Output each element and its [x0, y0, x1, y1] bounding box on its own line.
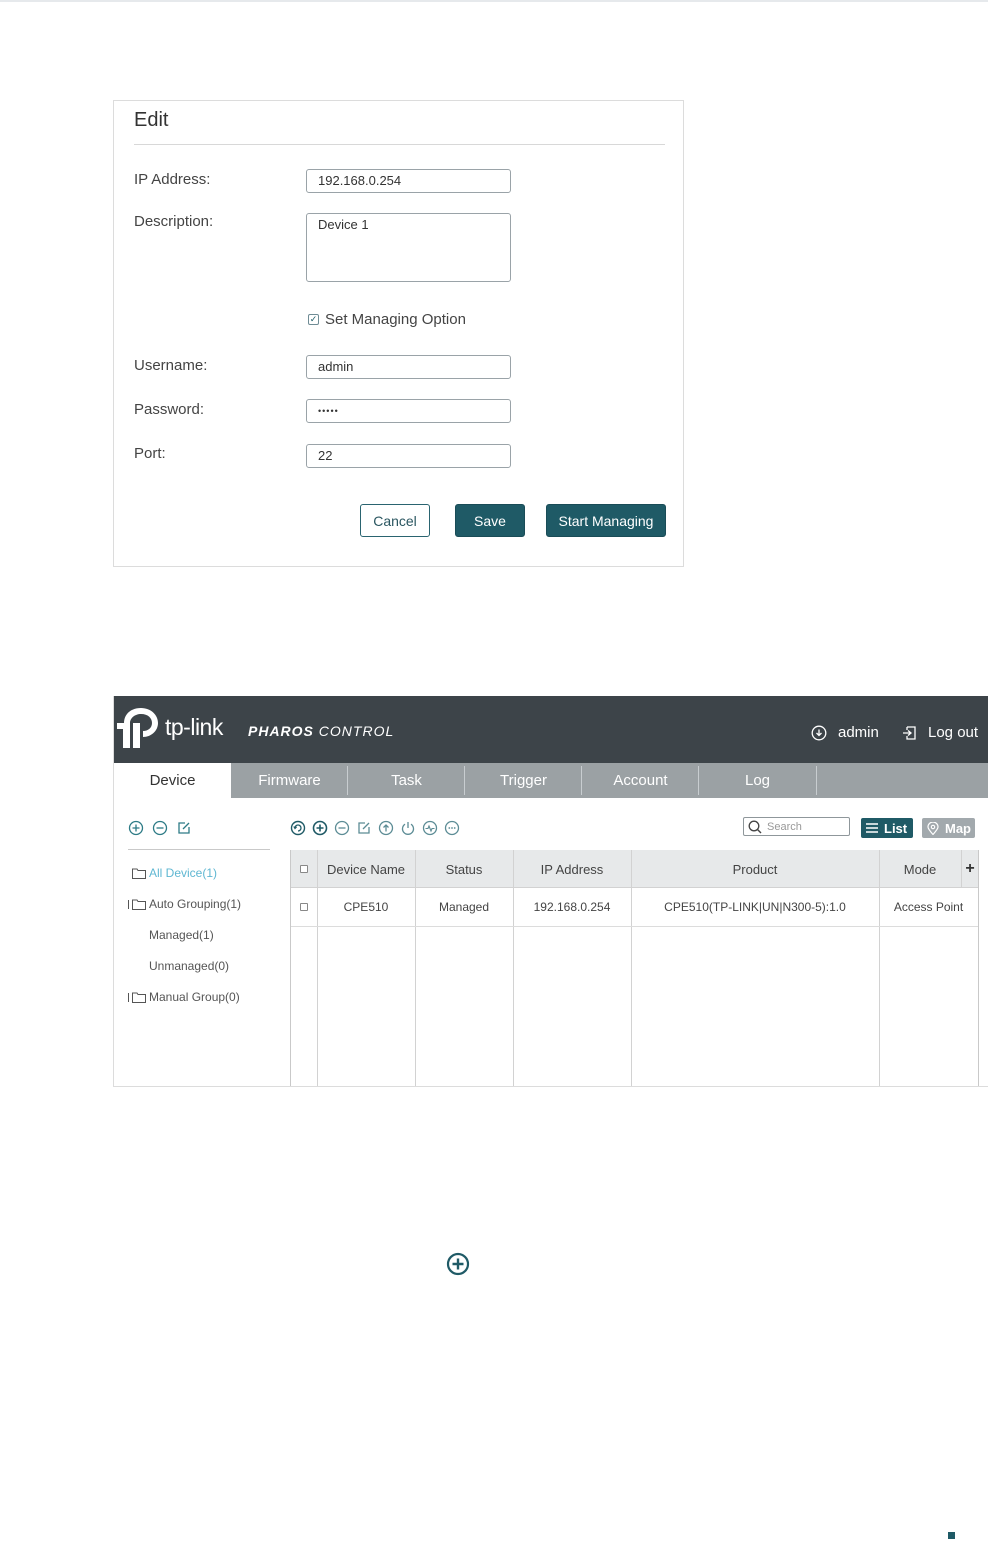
add-group-icon[interactable] [128, 820, 144, 836]
tp-link-logo: tp-link [117, 704, 223, 750]
port-input[interactable]: 22 [306, 444, 511, 468]
username-label: Username: [134, 357, 208, 374]
add-column-icon[interactable]: + [961, 850, 978, 888]
remove-group-icon[interactable] [152, 820, 168, 836]
managing-option-label: Set Managing Option [325, 311, 466, 328]
expand-toggle-icon[interactable] [128, 899, 131, 909]
folder-icon [132, 899, 146, 910]
cancel-button[interactable]: Cancel [360, 504, 430, 537]
username-text: admin [838, 724, 879, 741]
description-textarea[interactable]: Device 1 [306, 213, 511, 282]
column-header-device-name[interactable]: Device Name [317, 850, 415, 888]
tree-item-unmanaged[interactable]: Unmanaged(0) [149, 959, 229, 973]
device-table: Device Name Status IP Address Product Mo… [290, 850, 979, 1086]
cell-ip-address: 192.168.0.254 [533, 900, 611, 914]
tab-task[interactable]: Task [348, 763, 465, 798]
column-header-mode[interactable]: Mode [879, 850, 961, 888]
cell-status: Managed [438, 900, 490, 914]
product-name-rest: CONTROL [313, 723, 395, 739]
column-header-ip-address[interactable]: IP Address [513, 850, 631, 888]
add-device-icon[interactable] [312, 820, 328, 836]
brand-name: tp-link [165, 713, 223, 740]
tree-label: Manual Group(0) [149, 990, 240, 1004]
select-all-cell [291, 850, 317, 888]
username-input[interactable]: admin [306, 355, 511, 379]
start-managing-button[interactable]: Start Managing [546, 504, 666, 537]
list-view-button[interactable]: List [861, 818, 913, 838]
save-button[interactable]: Save [455, 504, 525, 537]
column-header-product[interactable]: Product [631, 850, 879, 888]
port-label: Port: [134, 445, 166, 462]
row-select-cell [291, 888, 317, 926]
cell-product: CPE510(TP-LINK|UN|N300-5):1.0 [664, 900, 846, 914]
tree-label: All Device(1) [149, 866, 218, 880]
top-rule [0, 0, 988, 2]
tree-item-manual-group[interactable]: Manual Group(0) [128, 990, 240, 1004]
map-pin-icon [927, 821, 939, 835]
add-icon [446, 1252, 470, 1276]
more-icon[interactable] [444, 820, 460, 836]
column-header-status[interactable]: Status [415, 850, 513, 888]
product-name: PHAROS CONTROL [248, 723, 394, 739]
logout-text: Log out [928, 724, 979, 741]
search-input[interactable]: Search [743, 817, 850, 836]
tab-trigger[interactable]: Trigger [465, 763, 582, 798]
map-view-button[interactable]: Map [922, 818, 975, 838]
main-tabs: Device Firmware Task Trigger Account Log [114, 763, 988, 798]
edit-group-icon[interactable] [176, 820, 192, 836]
reboot-icon[interactable] [400, 820, 416, 836]
search-placeholder: Search [767, 820, 802, 833]
tab-divider [816, 766, 817, 795]
edit-device-icon[interactable] [356, 820, 372, 836]
folder-icon [132, 992, 146, 1003]
app-header: tp-link PHAROS CONTROL admin Log out [114, 696, 988, 763]
edit-dialog: Edit IP Address: 192.168.0.254 Descripti… [113, 100, 684, 567]
tab-firmware[interactable]: Firmware [231, 763, 348, 798]
tree-label: Managed(1) [149, 928, 214, 942]
user-menu[interactable]: admin [811, 724, 879, 741]
cell-mode: Access Point [893, 900, 964, 914]
tree-label: Unmanaged(0) [149, 959, 230, 973]
upgrade-icon[interactable] [378, 820, 394, 836]
password-input[interactable]: ••••• [306, 399, 511, 423]
device-toolbar [290, 820, 460, 836]
row-divider [291, 926, 978, 927]
group-toolbar [128, 820, 192, 836]
page-marker [948, 1532, 955, 1539]
managing-option-checkbox[interactable]: ✓ [308, 314, 319, 325]
tp-link-logo-icon [117, 708, 158, 748]
remove-device-icon[interactable] [334, 820, 350, 836]
description-label: Description: [134, 213, 214, 230]
cell-device-name[interactable]: CPE510 [317, 888, 415, 926]
tab-device[interactable]: Device [114, 763, 231, 798]
expand-toggle-icon[interactable] [128, 992, 131, 1002]
refresh-icon[interactable] [290, 820, 306, 836]
title-divider [134, 144, 665, 145]
tab-log[interactable]: Log [699, 763, 816, 798]
password-label: Password: [134, 401, 205, 418]
ip-address-label: IP Address: [134, 171, 211, 188]
logout-link[interactable]: Log out [901, 724, 978, 741]
pharos-control-window: tp-link PHAROS CONTROL admin Log out Dev… [113, 696, 988, 1087]
list-icon [866, 823, 878, 833]
tab-account[interactable]: Account [582, 763, 699, 798]
managing-option-row[interactable]: ✓ Set Managing Option [308, 311, 466, 328]
folder-icon [132, 868, 146, 879]
tree-item-all-device[interactable]: All Device(1) [132, 866, 217, 880]
list-label: List [884, 820, 908, 836]
tree-item-auto-grouping[interactable]: Auto Grouping(1) [128, 897, 241, 911]
user-download-icon [811, 725, 827, 740]
select-all-checkbox[interactable] [300, 865, 308, 873]
ip-address-input[interactable]: 192.168.0.254 [306, 169, 511, 193]
search-icon [748, 820, 762, 833]
tree-label: Auto Grouping(1) [149, 897, 242, 911]
product-name-bold: PHAROS [248, 723, 314, 739]
monitor-icon[interactable] [422, 820, 438, 836]
map-label: Map [945, 820, 971, 836]
dialog-title: Edit [134, 109, 169, 131]
logout-icon [903, 725, 916, 740]
sidebar-divider [128, 849, 270, 850]
row-checkbox[interactable] [300, 903, 308, 911]
tree-item-managed[interactable]: Managed(1) [149, 928, 214, 942]
